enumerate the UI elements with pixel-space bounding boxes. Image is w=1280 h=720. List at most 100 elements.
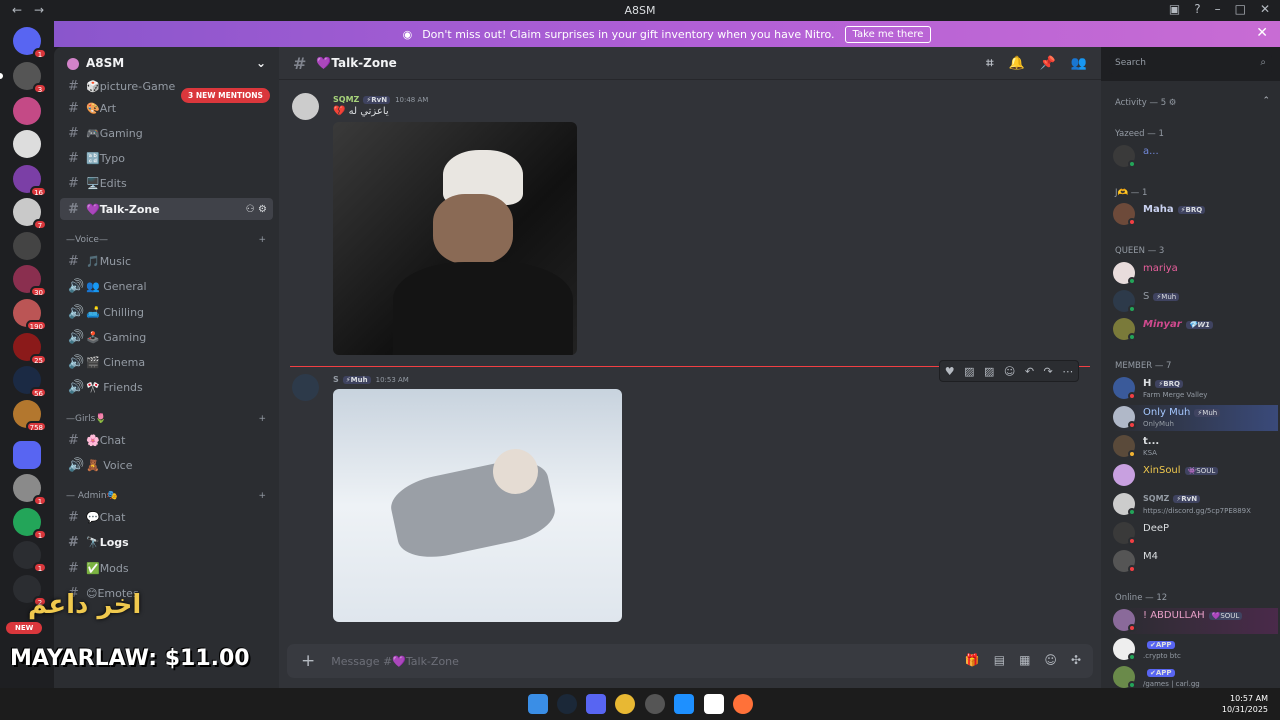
- member-item[interactable]: a...: [1113, 144, 1278, 170]
- forward-icon[interactable]: ↷: [1044, 365, 1053, 378]
- voice-channel-item[interactable]: 🔊 🕹️ Gaming: [60, 326, 273, 348]
- member-item[interactable]: t... KSA: [1113, 434, 1278, 460]
- discord-icon[interactable]: [586, 694, 606, 714]
- guild-icon[interactable]: 3: [0, 62, 47, 94]
- take-me-there-button[interactable]: Take me there: [844, 25, 932, 43]
- reply-icon[interactable]: ↶: [1025, 365, 1034, 378]
- member-item[interactable]: S ⚡Muh: [1113, 289, 1278, 315]
- voice-channel-item[interactable]: 🔊 👥 General: [60, 275, 273, 297]
- hash-icon: #: [68, 534, 79, 550]
- maximize-icon[interactable]: □: [1235, 2, 1246, 16]
- minimize-icon[interactable]: –: [1215, 2, 1221, 16]
- member-item[interactable]: XinSoul 👾SOUL: [1113, 463, 1278, 489]
- gift-icon[interactable]: 🎁: [965, 653, 980, 667]
- bell-icon[interactable]: 🔔: [1008, 56, 1024, 71]
- gif-icon[interactable]: ▤: [994, 653, 1005, 667]
- guild-badge: 1: [33, 48, 47, 59]
- inbox-icon[interactable]: ▣: [1169, 2, 1180, 16]
- system-clock[interactable]: 10:57 AM 10/31/2025: [1222, 693, 1268, 715]
- search-input[interactable]: Search ⌕: [1109, 54, 1272, 74]
- close-banner-icon[interactable]: ✕: [1256, 25, 1268, 41]
- channel-item[interactable]: # 💬Chat: [60, 506, 273, 528]
- invite-settings-icons[interactable]: ⚇ ⚙: [246, 204, 267, 215]
- guild-badge: 30: [30, 286, 47, 297]
- direct-messages-icon[interactable]: 1: [13, 27, 47, 59]
- chevron-up-icon[interactable]: ⌃: [1262, 96, 1270, 106]
- member-item[interactable]: SQMZ ⚡RvN https://discord.gg/5cp7PE889X: [1113, 492, 1278, 518]
- guild-icon[interactable]: [13, 130, 41, 158]
- member-item[interactable]: Only Muh ⚡Muh OnlyMuh: [1113, 405, 1278, 431]
- guild-icon[interactable]: 25: [13, 333, 47, 365]
- guild-icon[interactable]: 30: [13, 265, 47, 297]
- reaction-icon[interactable]: ▨: [964, 365, 974, 378]
- channel-item-logs[interactable]: # 🔭Logs: [60, 531, 273, 553]
- members-icon[interactable]: 👥: [1071, 56, 1087, 71]
- member-item[interactable]: H ⚡BRQ Farm Merge Valley: [1113, 376, 1278, 402]
- guild-icon[interactable]: 758: [13, 400, 47, 432]
- plus-icon[interactable]: +: [258, 414, 266, 424]
- heart-reaction-icon[interactable]: ♥: [945, 365, 955, 378]
- guild-icon[interactable]: 190: [13, 299, 47, 331]
- message-composer[interactable]: + Message #💜Talk-Zone 🎁 ▤ ▦ ☺ ✣: [287, 644, 1093, 678]
- help-icon[interactable]: ?: [1194, 2, 1200, 16]
- guild-icon[interactable]: 56: [13, 366, 47, 398]
- channel-item[interactable]: # 🎵Music: [60, 250, 273, 272]
- channel-item-talk-zone[interactable]: # 💜Talk-Zone ⚇ ⚙: [60, 198, 273, 220]
- firefox-icon[interactable]: [733, 694, 753, 714]
- channel-item[interactable]: # 🎮Gaming: [60, 122, 273, 144]
- guild-icon[interactable]: [13, 97, 41, 125]
- more-icon[interactable]: ⋯: [1062, 365, 1073, 378]
- message-image[interactable]: [333, 389, 622, 622]
- channel-item[interactable]: # 🌸Chat: [60, 429, 273, 451]
- guild-icon[interactable]: 1: [13, 474, 47, 506]
- category-girls[interactable]: —Girls🌷 +: [66, 414, 266, 424]
- apps-icon[interactable]: ✣: [1071, 653, 1081, 667]
- author-name[interactable]: SQMZ: [333, 95, 359, 104]
- guild-icon[interactable]: 1: [13, 508, 47, 540]
- voice-channel-item[interactable]: 🔊 🎌 Friends: [60, 376, 273, 398]
- member-item[interactable]: DeeP: [1113, 521, 1278, 547]
- message-image[interactable]: [333, 122, 577, 355]
- plus-icon[interactable]: +: [258, 235, 266, 245]
- plus-icon[interactable]: +: [258, 491, 266, 501]
- folder-icon[interactable]: [13, 441, 41, 469]
- member-item[interactable]: ! ABDULLAH 💜SOUL: [1113, 608, 1278, 634]
- channel-label: 🛋️ Chilling: [86, 305, 145, 319]
- voice-channel-item[interactable]: 🔊 🧸 Voice: [60, 454, 273, 476]
- emoji-icon[interactable]: ☺: [1044, 653, 1057, 667]
- guild-icon[interactable]: [13, 232, 41, 260]
- member-item[interactable]: Minyar 💎W1: [1113, 317, 1278, 343]
- app-icon[interactable]: [645, 694, 665, 714]
- chrome-icon[interactable]: [615, 694, 635, 714]
- guild-icon[interactable]: 7: [13, 198, 47, 230]
- category-admin[interactable]: — Admin🎭 +: [66, 491, 266, 501]
- channel-item[interactable]: # 🖥️Edits: [60, 172, 273, 194]
- channel-item[interactable]: # 🔡Typo: [60, 147, 273, 169]
- member-item[interactable]: Maha ⚡BRQ: [1113, 202, 1278, 228]
- author-name[interactable]: S: [333, 375, 339, 384]
- avatar[interactable]: [292, 374, 319, 401]
- channel-item[interactable]: # ✅Mods: [60, 557, 273, 579]
- voice-channel-item[interactable]: 🔊 🛋️ Chilling: [60, 301, 273, 323]
- voice-channel-item[interactable]: 🔊 🎬 Cinema: [60, 351, 273, 373]
- guild-icon[interactable]: 16: [13, 165, 47, 197]
- category-voice[interactable]: —Voice— +: [66, 235, 266, 245]
- add-attachment-icon[interactable]: +: [301, 651, 315, 671]
- channel-item[interactable]: # 🎨Art: [60, 97, 273, 119]
- avatar[interactable]: [292, 93, 319, 120]
- add-reaction-icon[interactable]: ☺: [1004, 365, 1015, 378]
- guild-icon[interactable]: 1: [13, 541, 47, 573]
- start-icon[interactable]: [528, 694, 548, 714]
- member-item[interactable]: M4: [1113, 549, 1278, 575]
- member-item[interactable]: ✔APP/games | carl.gg: [1113, 665, 1278, 688]
- close-window-icon[interactable]: ✕: [1260, 2, 1270, 16]
- steam-icon[interactable]: [557, 694, 577, 714]
- pin-icon[interactable]: 📌: [1040, 56, 1056, 71]
- threads-icon[interactable]: ⌗: [986, 56, 993, 71]
- sticker-icon[interactable]: ▦: [1019, 653, 1030, 667]
- member-item[interactable]: mariya: [1113, 261, 1278, 287]
- member-item[interactable]: ✔APP .crypto btc: [1113, 637, 1278, 663]
- app-icon[interactable]: [704, 694, 724, 714]
- reaction-icon[interactable]: ▨: [984, 365, 994, 378]
- app-icon[interactable]: [674, 694, 694, 714]
